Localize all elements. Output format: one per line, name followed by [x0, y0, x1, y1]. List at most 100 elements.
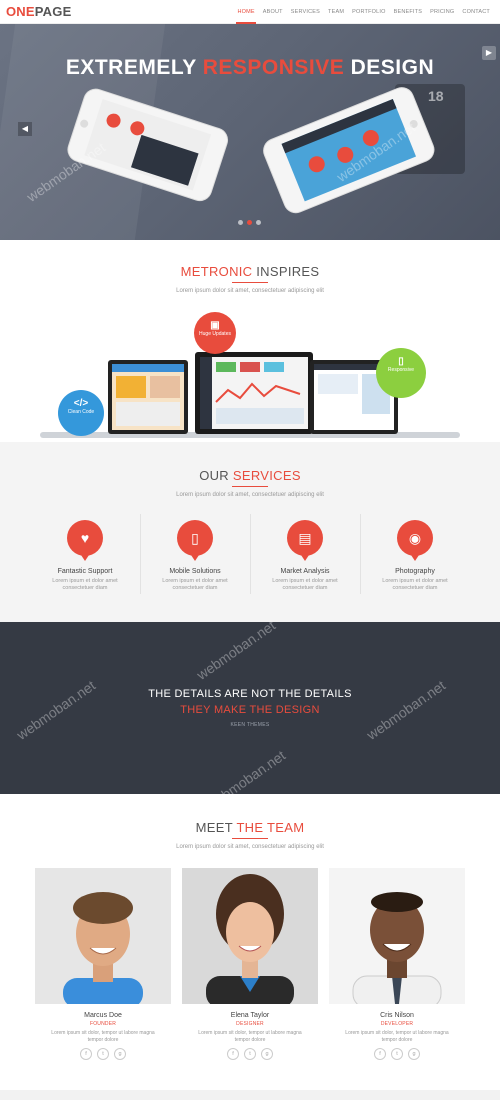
- camera-icon: ◉: [397, 520, 433, 561]
- facebook-icon[interactable]: f: [80, 1048, 92, 1060]
- quote-author: KEEN THEMES: [230, 722, 270, 728]
- slider-prev-arrow[interactable]: ◀: [18, 122, 32, 136]
- member-bio: Lorem ipsum sit dolor, tempor ut labore …: [345, 1030, 449, 1043]
- facebook-icon[interactable]: f: [374, 1048, 386, 1060]
- member-name: Marcus Doe: [84, 1012, 122, 1019]
- member-portrait: [206, 874, 294, 1004]
- slider-dot-active[interactable]: [247, 220, 252, 225]
- heart-icon: ♥: [67, 520, 103, 561]
- facebook-icon[interactable]: f: [227, 1048, 239, 1060]
- quote-line-1: THE DETAILS ARE NOT THE DETAILS: [148, 688, 352, 700]
- inspires-title-rest: INSPIRES: [252, 264, 320, 279]
- member-portrait: [352, 892, 442, 1004]
- twitter-icon[interactable]: t: [97, 1048, 109, 1060]
- quote-line-2: THEY MAKE THE DESIGN: [180, 704, 320, 716]
- team-member-card: Marcus Doe FOUNDER Lorem ipsum sit dolor…: [35, 868, 171, 1060]
- service-title: Fantastic Support: [57, 568, 113, 575]
- bubble-huge-updates: ▣ Huge Updates: [194, 312, 236, 354]
- service-desc: Lorem ipsum et dolor amet consectetuer d…: [272, 578, 338, 591]
- service-item: ▯ Mobile Solutions Lorem ipsum et dolor …: [140, 520, 250, 592]
- service-item: ◉ Photography Lorem ipsum et dolor amet …: [360, 520, 470, 592]
- bubble-responsive-label: Responsive: [387, 367, 415, 373]
- mobile-icon: ▯: [177, 520, 213, 561]
- member-portrait: [63, 892, 143, 1004]
- nav-home[interactable]: HOME: [233, 0, 258, 24]
- service-desc: Lorem ipsum et dolor amet consectetuer d…: [382, 578, 448, 591]
- team-title-plain: MEET: [195, 820, 237, 835]
- member-social-links: f t g: [329, 1048, 465, 1060]
- code-icon: </>: [73, 398, 89, 409]
- footer-strip: [0, 1090, 500, 1100]
- inspires-title-accent: METRONIC: [180, 264, 253, 279]
- service-title: Photography: [395, 568, 435, 575]
- bar-chart-icon: ▤: [287, 520, 323, 561]
- slider-dots: [238, 220, 261, 225]
- twitter-icon[interactable]: t: [391, 1048, 403, 1060]
- google-plus-icon[interactable]: g: [408, 1048, 420, 1060]
- hero-slider: 18 EXTREMELY RESPONSIVE DESIGN ◀ ▶ webmo…: [0, 24, 500, 240]
- member-photo: [329, 868, 465, 1004]
- team-title-accent: THE TEAM: [236, 820, 305, 835]
- member-social-links: f t g: [35, 1048, 171, 1060]
- services-title-accent: SERVICES: [232, 468, 301, 483]
- team-member-card: Elena Taylor DESIGNER Lorem ipsum sit do…: [182, 868, 318, 1060]
- slider-dot[interactable]: [238, 220, 243, 225]
- title-underline: [232, 838, 268, 839]
- nav-benefits[interactable]: BENEFITS: [390, 0, 427, 24]
- logo-page-text: PAGE: [34, 4, 72, 19]
- nav-about[interactable]: ABOUT: [259, 0, 287, 24]
- team-section: MEET THE TEAM Lorem ipsum dolor sit amet…: [0, 794, 500, 1090]
- inspires-title: METRONIC INSPIRES: [0, 264, 500, 279]
- member-photo: [35, 868, 171, 1004]
- services-section: OUR SERVICES Lorem ipsum dolor sit amet,…: [0, 442, 500, 622]
- services-title-plain: OUR: [199, 468, 233, 483]
- bubble-clean-code-label: Clean Code: [67, 409, 95, 415]
- member-name: Elena Taylor: [230, 1012, 270, 1019]
- twitter-icon[interactable]: t: [244, 1048, 256, 1060]
- nav-contact[interactable]: CONTACT: [458, 0, 494, 24]
- inspires-section: METRONIC INSPIRES Lorem ipsum dolor sit …: [0, 240, 500, 442]
- member-role: FOUNDER: [89, 1021, 117, 1027]
- hero-phones-illustration: [67, 87, 435, 214]
- top-nav-bar: ONEPAGE HOME ABOUT SERVICES TEAM PORTFOL…: [0, 0, 500, 24]
- member-role: DESIGNER: [236, 1021, 264, 1027]
- member-photo: [182, 868, 318, 1004]
- service-title: Market Analysis: [280, 568, 330, 575]
- page: ONEPAGE HOME ABOUT SERVICES TEAM PORTFOL…: [0, 0, 500, 1100]
- slider-next-arrow[interactable]: ▶: [482, 46, 496, 60]
- logo-one-text: ONE: [6, 4, 35, 19]
- site-logo[interactable]: ONEPAGE: [6, 4, 71, 19]
- slider-dot[interactable]: [256, 220, 261, 225]
- bubble-responsive: ▯ Responsive: [376, 348, 426, 398]
- service-desc: Lorem ipsum et dolor amet consectetuer d…: [162, 578, 228, 591]
- bubble-huge-updates-label: Huge Updates: [199, 331, 231, 337]
- inspires-subtitle: Lorem ipsum dolor sit amet, consectetuer…: [176, 288, 324, 294]
- quote-section: THE DETAILS ARE NOT THE DETAILS THEY MAK…: [0, 617, 500, 813]
- member-role: DEVELOPER: [380, 1021, 414, 1027]
- main-nav: HOME ABOUT SERVICES TEAM PORTFOLIO BENEF…: [233, 0, 494, 24]
- bubble-clean-code: </> Clean Code: [58, 390, 104, 436]
- nav-team[interactable]: TEAM: [324, 0, 348, 24]
- member-name: Cris Nilson: [380, 1012, 414, 1019]
- nav-portfolio[interactable]: PORTFOLIO: [348, 0, 389, 24]
- service-title: Mobile Solutions: [169, 568, 221, 575]
- nav-pricing[interactable]: PRICING: [426, 0, 458, 24]
- services-title: OUR SERVICES: [0, 468, 500, 483]
- mobile-icon: ▯: [398, 356, 404, 367]
- service-desc: Lorem ipsum et dolor amet consectetuer d…: [52, 578, 118, 591]
- member-bio: Lorem ipsum sit dolor, tempor ut labore …: [51, 1030, 155, 1043]
- google-plus-icon[interactable]: g: [261, 1048, 273, 1060]
- team-title: MEET THE TEAM: [0, 820, 500, 835]
- watermark: webmoban.net: [193, 617, 279, 683]
- service-item: ♥ Fantastic Support Lorem ipsum et dolor…: [30, 520, 140, 592]
- title-underline: [232, 486, 268, 487]
- nav-services[interactable]: SERVICES: [287, 0, 324, 24]
- member-social-links: f t g: [182, 1048, 318, 1060]
- service-item: ▤ Market Analysis Lorem ipsum et dolor a…: [250, 520, 360, 592]
- team-subtitle: Lorem ipsum dolor sit amet, consectetuer…: [176, 844, 324, 850]
- member-bio: Lorem ipsum sit dolor, tempor ut labore …: [198, 1030, 302, 1043]
- services-subtitle: Lorem ipsum dolor sit amet, consectetuer…: [176, 492, 324, 498]
- gift-icon: ▣: [210, 320, 220, 331]
- team-member-card: Cris Nilson DEVELOPER Lorem ipsum sit do…: [329, 868, 465, 1060]
- google-plus-icon[interactable]: g: [114, 1048, 126, 1060]
